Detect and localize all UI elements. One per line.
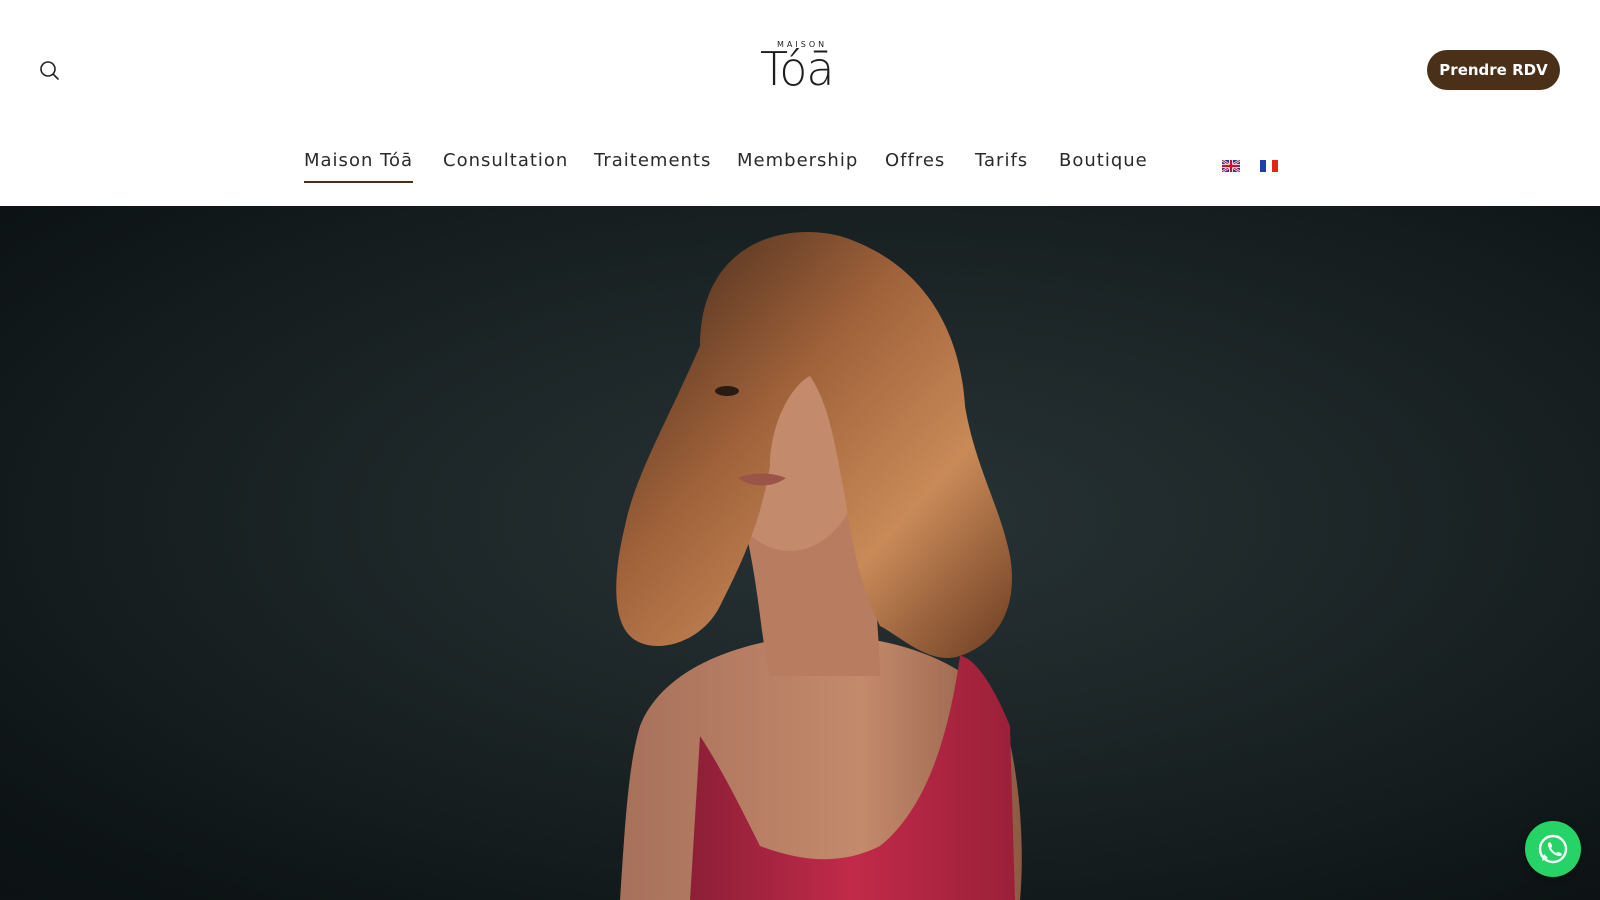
nav-item-traitements[interactable]: Traitements (594, 150, 711, 181)
book-appointment-button[interactable]: Prendre RDV (1427, 50, 1560, 90)
nav-item-membership[interactable]: Membership (737, 150, 858, 181)
main-nav: Maison Tóā Consultation Traitements Memb… (0, 142, 1600, 188)
nav-item-maison-toa[interactable]: Maison Tóā (304, 150, 414, 183)
nav-item-boutique[interactable]: Boutique (1059, 150, 1148, 181)
search-icon[interactable] (37, 58, 63, 84)
site-header: MAISON Tóā Prendre RDV Maison Tóā Consul… (0, 0, 1600, 206)
nav-item-offres[interactable]: Offres (885, 150, 945, 181)
whatsapp-icon (1538, 834, 1568, 864)
nav-item-tarifs[interactable]: Tarifs (975, 150, 1028, 181)
hero-video (0, 206, 1600, 900)
france-flag-icon[interactable] (1260, 157, 1278, 172)
hero-portrait-image (0, 206, 1600, 900)
nav-item-consultation[interactable]: Consultation (443, 150, 568, 181)
logo-word: Tóā (760, 42, 835, 96)
whatsapp-chat-button[interactable] (1525, 821, 1581, 877)
uk-flag-icon[interactable] (1221, 157, 1241, 173)
site-logo[interactable]: MAISON Tóā (760, 38, 840, 100)
